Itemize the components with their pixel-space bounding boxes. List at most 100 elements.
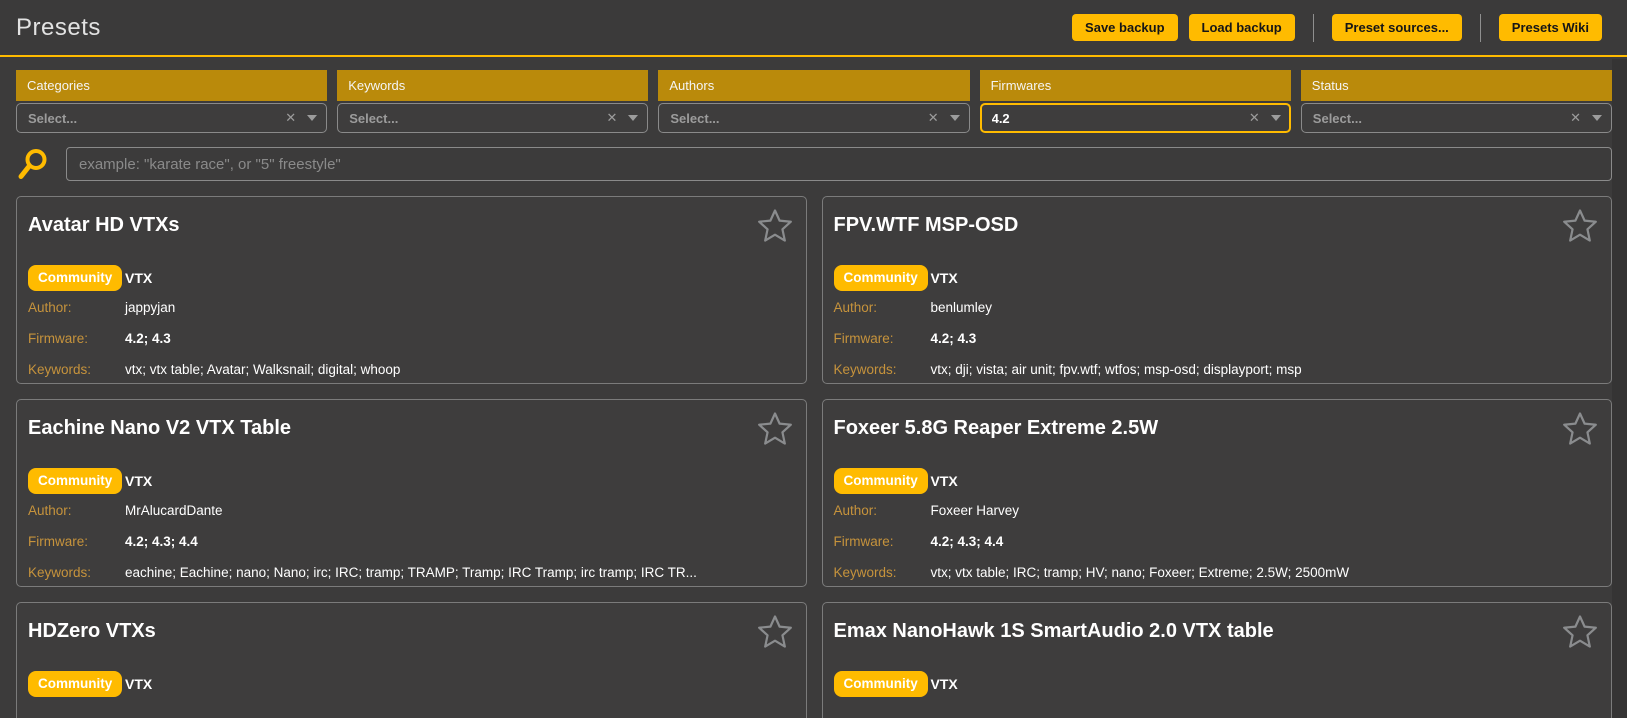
preset-title: Foxeer 5.8G Reaper Extreme 2.5W xyxy=(834,414,1600,442)
preset-cards-grid: Avatar HD VTXs Community VTX Author: jap… xyxy=(16,196,1612,718)
save-backup-button[interactable]: Save backup xyxy=(1072,14,1178,41)
preset-category: VTX xyxy=(109,676,794,692)
badge-row: Community VTX xyxy=(834,466,1600,495)
chevron-down-icon[interactable] xyxy=(950,115,960,121)
keywords-value: eachine; Eachine; nano; Nano; irc; IRC; … xyxy=(109,565,794,580)
keywords-value: vtx; vtx table; IRC; tramp; HV; nano; Fo… xyxy=(915,565,1600,580)
chevron-down-icon[interactable] xyxy=(1271,115,1281,121)
author-value: benlumley xyxy=(915,300,1600,315)
keywords-label: Keywords: xyxy=(834,565,915,580)
author-label: Author: xyxy=(834,503,915,518)
preset-card[interactable]: HDZero VTXs Community VTX xyxy=(16,602,807,718)
clear-icon[interactable]: ✕ xyxy=(1570,110,1581,126)
firmware-row: Firmware: 4.2; 4.3; 4.4 xyxy=(834,526,1600,557)
preset-card[interactable]: FPV.WTF MSP-OSD Community VTX Author: be… xyxy=(822,196,1613,384)
keywords-label: Keywords: xyxy=(28,362,109,377)
preset-card[interactable]: Eachine Nano V2 VTX Table Community VTX … xyxy=(16,399,807,587)
preset-title: Emax NanoHawk 1S SmartAudio 2.0 VTX tabl… xyxy=(834,617,1600,645)
filter-firmwares: Firmwares 4.2 ✕ xyxy=(980,70,1291,133)
preset-title: Eachine Nano V2 VTX Table xyxy=(28,414,794,442)
filter-firmwares-header: Firmwares xyxy=(980,70,1291,101)
keywords-label: Keywords: xyxy=(834,362,915,377)
page-title: Presets xyxy=(16,14,101,42)
search-row xyxy=(16,147,1612,181)
preset-card[interactable]: Avatar HD VTXs Community VTX Author: jap… xyxy=(16,196,807,384)
keywords-value: vtx; vtx table; Avatar; Walksnail; digit… xyxy=(109,362,794,377)
clear-icon[interactable]: ✕ xyxy=(1249,110,1260,126)
filter-status-header: Status xyxy=(1301,70,1612,101)
load-backup-button[interactable]: Load backup xyxy=(1189,14,1295,41)
presets-wiki-button[interactable]: Presets Wiki xyxy=(1499,14,1602,41)
preset-title: HDZero VTXs xyxy=(28,617,794,645)
firmware-value: 4.2; 4.3; 4.4 xyxy=(915,534,1600,549)
badge-row: Community VTX xyxy=(28,263,794,292)
filter-row: Categories Select... ✕ Keywords Select..… xyxy=(16,70,1612,133)
favorite-star-icon[interactable] xyxy=(756,613,794,651)
keywords-row: Keywords: vtx; dji; vista; air unit; fpv… xyxy=(834,354,1600,384)
firmware-label: Firmware: xyxy=(834,534,915,549)
firmware-row: Firmware: 4.2; 4.3 xyxy=(834,323,1600,354)
button-divider xyxy=(1313,14,1314,42)
favorite-star-icon[interactable] xyxy=(1561,410,1599,448)
filter-categories: Categories Select... ✕ xyxy=(16,70,327,133)
filter-keywords-placeholder: Select... xyxy=(349,111,606,126)
filter-authors-select[interactable]: Select... ✕ xyxy=(658,103,969,133)
top-header-bar: Presets Save backup Load backup Preset s… xyxy=(0,0,1627,57)
author-row: Author: jappyjan xyxy=(28,292,794,323)
clear-icon[interactable]: ✕ xyxy=(606,110,617,126)
firmware-label: Firmware: xyxy=(28,534,109,549)
filter-keywords: Keywords Select... ✕ xyxy=(337,70,648,133)
keywords-row: Keywords: vtx; vtx table; Avatar; Walksn… xyxy=(28,354,794,384)
chevron-down-icon[interactable] xyxy=(307,115,317,121)
keywords-row: Keywords: eachine; Eachine; nano; Nano; … xyxy=(28,557,794,587)
filter-status-placeholder: Select... xyxy=(1313,111,1570,126)
author-row: Author: benlumley xyxy=(834,292,1600,323)
author-value: MrAlucardDante xyxy=(109,503,794,518)
badge-row: Community VTX xyxy=(28,669,794,698)
preset-card[interactable]: Emax NanoHawk 1S SmartAudio 2.0 VTX tabl… xyxy=(822,602,1613,718)
header-actions: Save backup Load backup Preset sources..… xyxy=(1072,14,1602,42)
preset-card[interactable]: Foxeer 5.8G Reaper Extreme 2.5W Communit… xyxy=(822,399,1613,587)
preset-title: Avatar HD VTXs xyxy=(28,211,794,239)
preset-category: VTX xyxy=(109,270,794,286)
author-label: Author: xyxy=(28,300,109,315)
preset-category: VTX xyxy=(915,676,1600,692)
author-row: Author: MrAlucardDante xyxy=(28,495,794,526)
filter-categories-placeholder: Select... xyxy=(28,111,285,126)
author-value: Foxeer Harvey xyxy=(915,503,1600,518)
filter-authors: Authors Select... ✕ xyxy=(658,70,969,133)
keywords-value: vtx; dji; vista; air unit; fpv.wtf; wtfo… xyxy=(915,362,1600,377)
firmware-value: 4.2; 4.3 xyxy=(915,331,1600,346)
author-label: Author: xyxy=(28,503,109,518)
keywords-row: Keywords: vtx; vtx table; IRC; tramp; HV… xyxy=(834,557,1600,587)
firmware-value: 4.2; 4.3 xyxy=(109,331,794,346)
button-divider xyxy=(1480,14,1481,42)
filter-categories-select[interactable]: Select... ✕ xyxy=(16,103,327,133)
author-row: Author: Foxeer Harvey xyxy=(834,495,1600,526)
favorite-star-icon[interactable] xyxy=(1561,207,1599,245)
favorite-star-icon[interactable] xyxy=(1561,613,1599,651)
filter-firmwares-value: 4.2 xyxy=(992,111,1249,126)
author-value: jappyjan xyxy=(109,300,794,315)
preset-category: VTX xyxy=(915,473,1600,489)
favorite-star-icon[interactable] xyxy=(756,207,794,245)
filter-status-select[interactable]: Select... ✕ xyxy=(1301,103,1612,133)
preset-category: VTX xyxy=(915,270,1600,286)
firmware-row: Firmware: 4.2; 4.3; 4.4 xyxy=(28,526,794,557)
chevron-down-icon[interactable] xyxy=(1592,115,1602,121)
clear-icon[interactable]: ✕ xyxy=(285,110,296,126)
badge-row: Community VTX xyxy=(28,466,794,495)
favorite-star-icon[interactable] xyxy=(756,410,794,448)
chevron-down-icon[interactable] xyxy=(628,115,638,121)
firmware-value: 4.2; 4.3; 4.4 xyxy=(109,534,794,549)
badge-row: Community VTX xyxy=(834,263,1600,292)
firmware-row: Firmware: 4.2; 4.3 xyxy=(28,323,794,354)
filter-firmwares-select[interactable]: 4.2 ✕ xyxy=(980,103,1291,133)
search-input[interactable] xyxy=(66,147,1612,181)
filter-keywords-select[interactable]: Select... ✕ xyxy=(337,103,648,133)
search-icon xyxy=(16,147,50,181)
clear-icon[interactable]: ✕ xyxy=(928,110,939,126)
preset-sources-button[interactable]: Preset sources... xyxy=(1332,14,1462,41)
filter-status: Status Select... ✕ xyxy=(1301,70,1612,133)
scrollbar-track[interactable] xyxy=(1612,59,1627,718)
